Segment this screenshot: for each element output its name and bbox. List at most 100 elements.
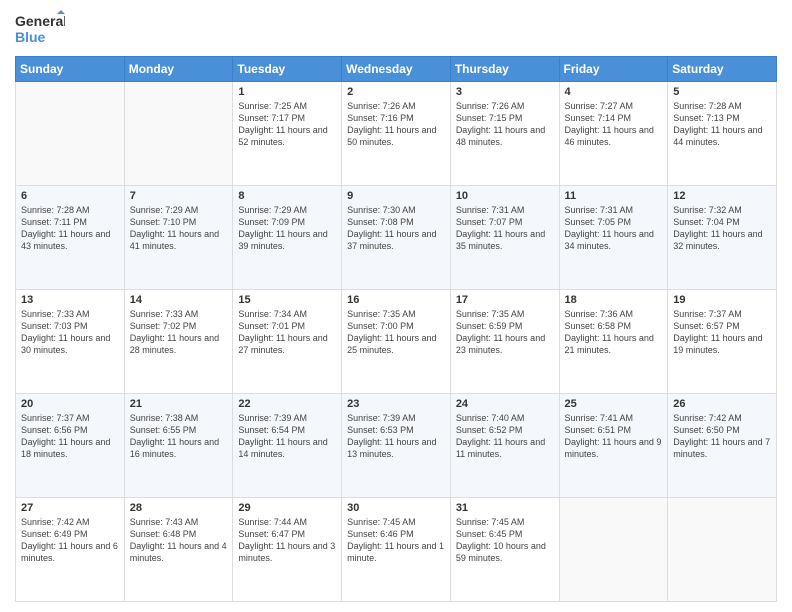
header-row: Sunday Monday Tuesday Wednesday Thursday… — [16, 57, 777, 82]
day-number: 30 — [347, 502, 445, 514]
week-row-3: 13 Sunrise: 7:33 AM Sunset: 7:03 PM Dayli… — [16, 290, 777, 394]
day-info: Sunrise: 7:33 AM Sunset: 7:02 PM Dayligh… — [130, 308, 228, 357]
calendar-cell — [559, 498, 668, 602]
day-info: Sunrise: 7:39 AM Sunset: 6:54 PM Dayligh… — [238, 412, 336, 461]
day-info: Sunrise: 7:41 AM Sunset: 6:51 PM Dayligh… — [565, 412, 663, 461]
day-number: 18 — [565, 294, 663, 306]
calendar-cell: 5 Sunrise: 7:28 AM Sunset: 7:13 PM Daylig… — [668, 82, 777, 186]
calendar-cell: 16 Sunrise: 7:35 AM Sunset: 7:00 PM Dayli… — [342, 290, 451, 394]
calendar-cell: 12Sunrise: 7:32 AM Sunset: 7:04 PM Dayli… — [668, 186, 777, 290]
calendar-cell — [668, 498, 777, 602]
calendar-cell: 15 Sunrise: 7:34 AM Sunset: 7:01 PM Dayli… — [233, 290, 342, 394]
week-row-4: 20 Sunrise: 7:37 AM Sunset: 6:56 PM Dayli… — [16, 394, 777, 498]
calendar-cell: 19 Sunrise: 7:37 AM Sunset: 6:57 PM Dayli… — [668, 290, 777, 394]
day-number: 3 — [456, 86, 554, 98]
day-info: Sunrise: 7:39 AM Sunset: 6:53 PM Dayligh… — [347, 412, 445, 461]
day-info: Sunrise: 7:26 AM Sunset: 7:16 PM Dayligh… — [347, 100, 445, 149]
day-number: 1 — [238, 86, 336, 98]
day-info: Sunrise: 7:42 AM Sunset: 6:50 PM Dayligh… — [673, 412, 771, 461]
calendar-cell: 3 Sunrise: 7:26 AM Sunset: 7:15 PM Daylig… — [450, 82, 559, 186]
day-info: Sunrise: 7:38 AM Sunset: 6:55 PM Dayligh… — [130, 412, 228, 461]
day-number: 24 — [456, 398, 554, 410]
col-sunday: Sunday — [16, 57, 125, 82]
day-number: 14 — [130, 294, 228, 306]
day-number: 5 — [673, 86, 771, 98]
page: General Blue Sunday Monday Tuesday Wedne… — [0, 0, 792, 612]
calendar-cell: 10 Sunrise: 7:31 AM Sunset: 7:07 PM Dayli… — [450, 186, 559, 290]
logo-icon: General Blue — [15, 10, 65, 48]
day-info: Sunrise: 7:31 AM Sunset: 7:05 PM Dayligh… — [565, 204, 663, 253]
day-number: 17 — [456, 294, 554, 306]
calendar-cell: 24 Sunrise: 7:40 AM Sunset: 6:52 PM Dayli… — [450, 394, 559, 498]
calendar-cell: 28 Sunrise: 7:43 AM Sunset: 6:48 PM Dayli… — [124, 498, 233, 602]
day-info: Sunrise: 7:45 AM Sunset: 6:45 PM Dayligh… — [456, 516, 554, 565]
day-number: 23 — [347, 398, 445, 410]
week-row-1: 1 Sunrise: 7:25 AM Sunset: 7:17 PM Daylig… — [16, 82, 777, 186]
day-number: 15 — [238, 294, 336, 306]
day-info: Sunrise: 7:29 AM Sunset: 7:10 PM Dayligh… — [130, 204, 228, 253]
day-info: Sunrise: 7:35 AM Sunset: 6:59 PM Dayligh… — [456, 308, 554, 357]
col-thursday: Thursday — [450, 57, 559, 82]
day-number: 13 — [21, 294, 119, 306]
svg-text:Blue: Blue — [15, 29, 46, 45]
calendar-cell: 23 Sunrise: 7:39 AM Sunset: 6:53 PM Dayli… — [342, 394, 451, 498]
day-number: 19 — [673, 294, 771, 306]
day-info: Sunrise: 7:37 AM Sunset: 6:57 PM Dayligh… — [673, 308, 771, 357]
calendar-cell — [124, 82, 233, 186]
day-info: Sunrise: 7:31 AM Sunset: 7:07 PM Dayligh… — [456, 204, 554, 253]
calendar-cell: 6Sunrise: 7:28 AM Sunset: 7:11 PM Daylig… — [16, 186, 125, 290]
calendar-cell: 25 Sunrise: 7:41 AM Sunset: 6:51 PM Dayli… — [559, 394, 668, 498]
week-row-2: 6Sunrise: 7:28 AM Sunset: 7:11 PM Daylig… — [16, 186, 777, 290]
day-info: Sunrise: 7:34 AM Sunset: 7:01 PM Dayligh… — [238, 308, 336, 357]
day-info: Sunrise: 7:44 AM Sunset: 6:47 PM Dayligh… — [238, 516, 336, 565]
day-info: Sunrise: 7:25 AM Sunset: 7:17 PM Dayligh… — [238, 100, 336, 149]
day-number: 20 — [21, 398, 119, 410]
day-info: Sunrise: 7:29 AM Sunset: 7:09 PM Dayligh… — [238, 204, 336, 253]
calendar-cell: 1 Sunrise: 7:25 AM Sunset: 7:17 PM Daylig… — [233, 82, 342, 186]
day-info: Sunrise: 7:43 AM Sunset: 6:48 PM Dayligh… — [130, 516, 228, 565]
day-number: 29 — [238, 502, 336, 514]
calendar-cell — [16, 82, 125, 186]
day-number: 4 — [565, 86, 663, 98]
calendar-cell: 2 Sunrise: 7:26 AM Sunset: 7:16 PM Daylig… — [342, 82, 451, 186]
day-number: 9 — [347, 190, 445, 202]
calendar-cell: 7 Sunrise: 7:29 AM Sunset: 7:10 PM Daylig… — [124, 186, 233, 290]
day-number: 6 — [21, 190, 119, 202]
day-info: Sunrise: 7:40 AM Sunset: 6:52 PM Dayligh… — [456, 412, 554, 461]
col-wednesday: Wednesday — [342, 57, 451, 82]
calendar-cell: 30 Sunrise: 7:45 AM Sunset: 6:46 PM Dayli… — [342, 498, 451, 602]
calendar-cell: 14 Sunrise: 7:33 AM Sunset: 7:02 PM Dayli… — [124, 290, 233, 394]
day-number: 7 — [130, 190, 228, 202]
day-number: 25 — [565, 398, 663, 410]
week-row-5: 27Sunrise: 7:42 AM Sunset: 6:49 PM Dayli… — [16, 498, 777, 602]
day-info: Sunrise: 7:26 AM Sunset: 7:15 PM Dayligh… — [456, 100, 554, 149]
day-number: 10 — [456, 190, 554, 202]
calendar-cell: 20 Sunrise: 7:37 AM Sunset: 6:56 PM Dayli… — [16, 394, 125, 498]
col-saturday: Saturday — [668, 57, 777, 82]
day-info: Sunrise: 7:37 AM Sunset: 6:56 PM Dayligh… — [21, 412, 119, 461]
day-info: Sunrise: 7:33 AM Sunset: 7:03 PM Dayligh… — [21, 308, 119, 357]
col-friday: Friday — [559, 57, 668, 82]
day-number: 26 — [673, 398, 771, 410]
calendar-cell: 29 Sunrise: 7:44 AM Sunset: 6:47 PM Dayli… — [233, 498, 342, 602]
calendar-cell: 26 Sunrise: 7:42 AM Sunset: 6:50 PM Dayli… — [668, 394, 777, 498]
calendar-cell: 9 Sunrise: 7:30 AM Sunset: 7:08 PM Daylig… — [342, 186, 451, 290]
day-info: Sunrise: 7:28 AM Sunset: 7:13 PM Dayligh… — [673, 100, 771, 149]
calendar-cell: 8 Sunrise: 7:29 AM Sunset: 7:09 PM Daylig… — [233, 186, 342, 290]
day-number: 31 — [456, 502, 554, 514]
calendar-cell: 27Sunrise: 7:42 AM Sunset: 6:49 PM Dayli… — [16, 498, 125, 602]
calendar-cell: 31 Sunrise: 7:45 AM Sunset: 6:45 PM Dayli… — [450, 498, 559, 602]
day-number: 16 — [347, 294, 445, 306]
day-info: Sunrise: 7:30 AM Sunset: 7:08 PM Dayligh… — [347, 204, 445, 253]
day-number: 2 — [347, 86, 445, 98]
day-number: 8 — [238, 190, 336, 202]
day-info: Sunrise: 7:35 AM Sunset: 7:00 PM Dayligh… — [347, 308, 445, 357]
day-number: 11 — [565, 190, 663, 202]
day-info: Sunrise: 7:45 AM Sunset: 6:46 PM Dayligh… — [347, 516, 445, 565]
calendar-cell: 18Sunrise: 7:36 AM Sunset: 6:58 PM Dayli… — [559, 290, 668, 394]
logo: General Blue — [15, 10, 65, 48]
day-number: 28 — [130, 502, 228, 514]
day-info: Sunrise: 7:42 AM Sunset: 6:49 PM Dayligh… — [21, 516, 119, 565]
day-info: Sunrise: 7:32 AM Sunset: 7:04 PM Dayligh… — [673, 204, 771, 253]
calendar-cell: 21Sunrise: 7:38 AM Sunset: 6:55 PM Dayli… — [124, 394, 233, 498]
